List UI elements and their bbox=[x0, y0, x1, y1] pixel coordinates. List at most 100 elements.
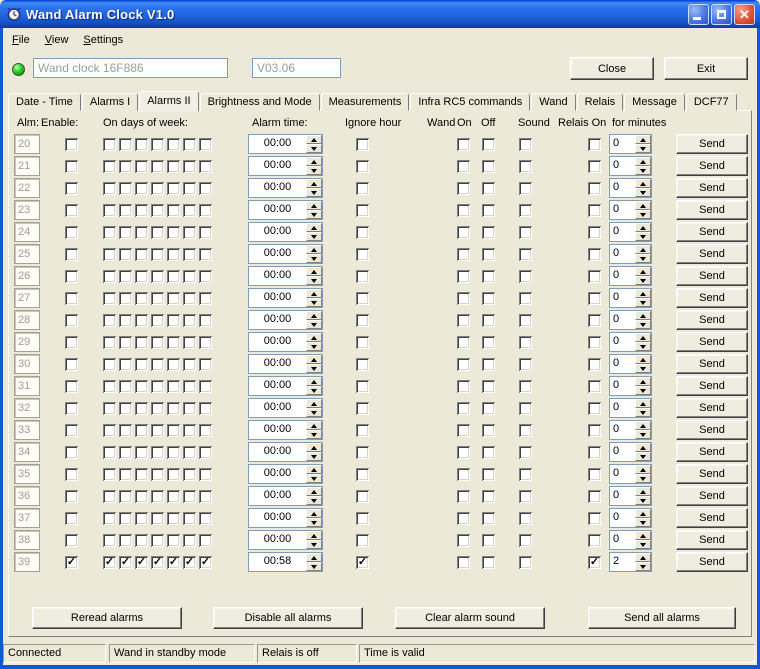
day-of-week-checkbox[interactable] bbox=[183, 292, 196, 305]
enable-checkbox[interactable] bbox=[65, 446, 78, 459]
menu-item-settings[interactable]: Settings bbox=[77, 32, 132, 48]
wand-on-checkbox[interactable] bbox=[457, 138, 470, 151]
spin-down-button[interactable] bbox=[306, 232, 322, 241]
minutes-value[interactable]: 0 bbox=[610, 223, 635, 241]
day-of-week-checkbox[interactable] bbox=[135, 248, 148, 261]
day-of-week-checkbox[interactable] bbox=[135, 138, 148, 151]
day-of-week-checkbox[interactable] bbox=[183, 270, 196, 283]
spin-down-button[interactable] bbox=[306, 364, 322, 373]
day-of-week-checkbox[interactable] bbox=[103, 402, 116, 415]
day-of-week-checkbox[interactable] bbox=[103, 248, 116, 261]
day-of-week-checkbox[interactable] bbox=[135, 380, 148, 393]
day-of-week-checkbox[interactable] bbox=[167, 292, 180, 305]
day-of-week-checkbox[interactable] bbox=[103, 182, 116, 195]
wand-on-checkbox[interactable] bbox=[457, 424, 470, 437]
relais-on-checkbox[interactable] bbox=[588, 468, 601, 481]
wand-on-checkbox[interactable] bbox=[457, 380, 470, 393]
wand-off-checkbox[interactable] bbox=[482, 402, 495, 415]
day-of-week-checkbox[interactable] bbox=[135, 556, 148, 569]
spin-down-button[interactable] bbox=[635, 474, 651, 483]
minutes-value[interactable]: 0 bbox=[610, 377, 635, 395]
send-button[interactable]: Send bbox=[676, 464, 748, 484]
relais-on-checkbox[interactable] bbox=[588, 336, 601, 349]
day-of-week-checkbox[interactable] bbox=[151, 490, 164, 503]
day-of-week-checkbox[interactable] bbox=[199, 446, 212, 459]
alarm-time-value[interactable]: 00:00 bbox=[249, 487, 306, 505]
spin-down-button[interactable] bbox=[635, 386, 651, 395]
send-button[interactable]: Send bbox=[676, 156, 748, 176]
alarm-time-value[interactable]: 00:00 bbox=[249, 377, 306, 395]
sound-checkbox[interactable] bbox=[519, 534, 532, 547]
spin-up-button[interactable] bbox=[635, 465, 651, 474]
spin-up-button[interactable] bbox=[635, 553, 651, 562]
day-of-week-checkbox[interactable] bbox=[103, 226, 116, 239]
sound-checkbox[interactable] bbox=[519, 358, 532, 371]
spin-down-button[interactable] bbox=[635, 166, 651, 175]
sound-checkbox[interactable] bbox=[519, 314, 532, 327]
day-of-week-checkbox[interactable] bbox=[183, 182, 196, 195]
day-of-week-checkbox[interactable] bbox=[199, 226, 212, 239]
minutes-value[interactable]: 0 bbox=[610, 135, 635, 153]
enable-checkbox[interactable] bbox=[65, 402, 78, 415]
sound-checkbox[interactable] bbox=[519, 424, 532, 437]
ignore-hour-checkbox[interactable] bbox=[356, 446, 369, 459]
day-of-week-checkbox[interactable] bbox=[167, 160, 180, 173]
wand-on-checkbox[interactable] bbox=[457, 204, 470, 217]
spin-up-button[interactable] bbox=[306, 377, 322, 386]
spin-down-button[interactable] bbox=[306, 144, 322, 153]
alarm-time-value[interactable]: 00:00 bbox=[249, 311, 306, 329]
minutes-value[interactable]: 0 bbox=[610, 157, 635, 175]
spin-up-button[interactable] bbox=[306, 421, 322, 430]
day-of-week-checkbox[interactable] bbox=[103, 534, 116, 547]
ignore-hour-checkbox[interactable] bbox=[356, 204, 369, 217]
spin-down-button[interactable] bbox=[635, 254, 651, 263]
day-of-week-checkbox[interactable] bbox=[167, 314, 180, 327]
day-of-week-checkbox[interactable] bbox=[119, 248, 132, 261]
alarm-time-value[interactable]: 00:00 bbox=[249, 201, 306, 219]
relais-on-checkbox[interactable] bbox=[588, 292, 601, 305]
wand-on-checkbox[interactable] bbox=[457, 534, 470, 547]
day-of-week-checkbox[interactable] bbox=[183, 380, 196, 393]
relais-on-checkbox[interactable] bbox=[588, 270, 601, 283]
spin-up-button[interactable] bbox=[635, 267, 651, 276]
send-button[interactable]: Send bbox=[676, 508, 748, 528]
enable-checkbox[interactable] bbox=[65, 204, 78, 217]
wand-off-checkbox[interactable] bbox=[482, 314, 495, 327]
spin-up-button[interactable] bbox=[306, 245, 322, 254]
day-of-week-checkbox[interactable] bbox=[135, 534, 148, 547]
spin-up-button[interactable] bbox=[635, 487, 651, 496]
wand-off-checkbox[interactable] bbox=[482, 534, 495, 547]
wand-off-checkbox[interactable] bbox=[482, 292, 495, 305]
day-of-week-checkbox[interactable] bbox=[103, 314, 116, 327]
minutes-value[interactable]: 0 bbox=[610, 465, 635, 483]
close-button[interactable]: Close bbox=[570, 57, 654, 80]
spin-up-button[interactable] bbox=[635, 179, 651, 188]
spin-up-button[interactable] bbox=[635, 201, 651, 210]
tab-alarms-i[interactable]: Alarms I bbox=[81, 93, 139, 111]
ignore-hour-checkbox[interactable] bbox=[356, 490, 369, 503]
minutes-value[interactable]: 0 bbox=[610, 399, 635, 417]
day-of-week-checkbox[interactable] bbox=[135, 292, 148, 305]
minutes-value[interactable]: 0 bbox=[610, 245, 635, 263]
day-of-week-checkbox[interactable] bbox=[135, 358, 148, 371]
spin-up-button[interactable] bbox=[306, 487, 322, 496]
disable-all-alarms-button[interactable]: Disable all alarms bbox=[213, 607, 363, 629]
day-of-week-checkbox[interactable] bbox=[183, 468, 196, 481]
day-of-week-checkbox[interactable] bbox=[183, 248, 196, 261]
day-of-week-checkbox[interactable] bbox=[183, 556, 196, 569]
relais-on-checkbox[interactable] bbox=[588, 380, 601, 393]
day-of-week-checkbox[interactable] bbox=[151, 226, 164, 239]
spin-up-button[interactable] bbox=[306, 135, 322, 144]
day-of-week-checkbox[interactable] bbox=[167, 446, 180, 459]
day-of-week-checkbox[interactable] bbox=[167, 512, 180, 525]
day-of-week-checkbox[interactable] bbox=[167, 270, 180, 283]
enable-checkbox[interactable] bbox=[65, 534, 78, 547]
menu-item-view[interactable]: View bbox=[39, 32, 78, 48]
send-button[interactable]: Send bbox=[676, 552, 748, 572]
wand-on-checkbox[interactable] bbox=[457, 512, 470, 525]
send-button[interactable]: Send bbox=[676, 442, 748, 462]
day-of-week-checkbox[interactable] bbox=[103, 446, 116, 459]
spin-down-button[interactable] bbox=[635, 540, 651, 549]
day-of-week-checkbox[interactable] bbox=[135, 314, 148, 327]
spin-up-button[interactable] bbox=[635, 355, 651, 364]
